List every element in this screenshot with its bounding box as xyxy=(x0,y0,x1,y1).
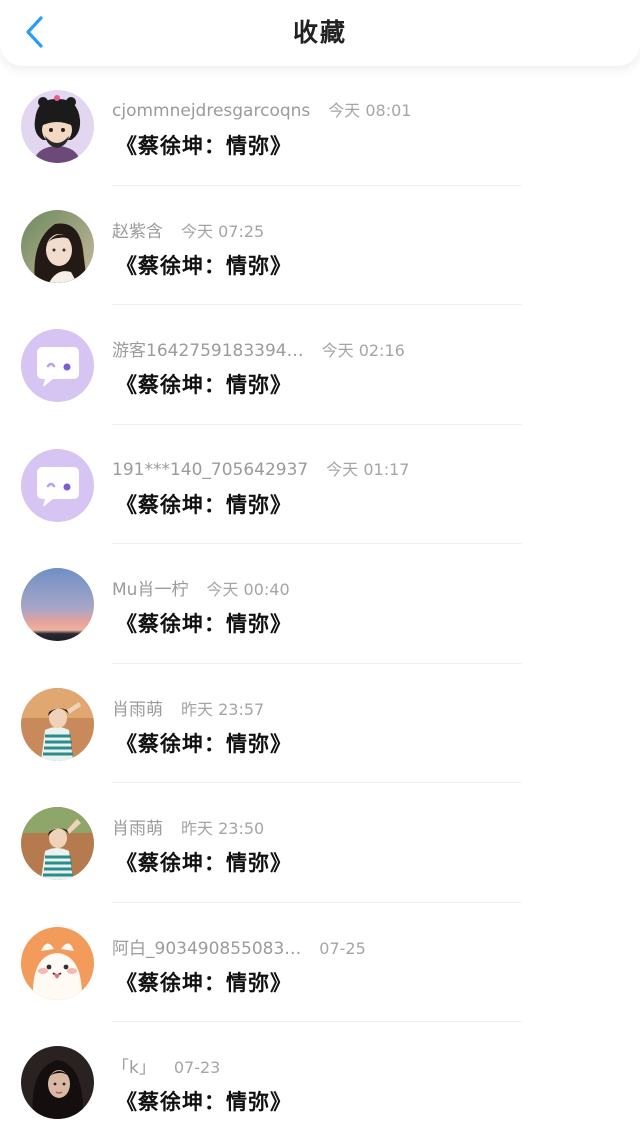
timestamp: 昨天 23:50 xyxy=(181,819,265,838)
username[interactable]: Mu肖一柠 xyxy=(112,575,188,600)
avatar[interactable] xyxy=(21,90,94,163)
favorite-content[interactable]: 《蔡徐坤：情弥》 xyxy=(116,130,292,160)
timestamp: 07-25 xyxy=(319,938,366,958)
favorites-list: cjommnejdresgarcoqns 今天 08:01 《蔡徐坤：情弥》 赵… xyxy=(0,66,640,1142)
favorite-content[interactable]: 《蔡徐坤：情弥》 xyxy=(116,967,292,997)
timestamp: 今天 02:16 xyxy=(321,341,405,360)
top-bar: 收藏 xyxy=(0,0,640,66)
favorite-content[interactable]: 《蔡徐坤：情弥》 xyxy=(116,608,292,638)
list-item[interactable]: 肖雨萌 昨天 23:50 《蔡徐坤：情弥》 xyxy=(0,783,640,903)
item-meta: cjommnejdresgarcoqns 今天 08:01 xyxy=(112,97,411,121)
sunset-avatar-icon xyxy=(21,568,94,641)
list-item[interactable]: 肖雨萌 昨天 23:57 《蔡徐坤：情弥》 xyxy=(0,664,640,783)
username[interactable]: 肖雨萌 xyxy=(112,814,163,839)
photo-avatar-icon xyxy=(21,209,94,283)
item-meta: 赵紫含 今天 07:25 xyxy=(112,217,265,242)
favorite-content[interactable]: 《蔡徐坤：情弥》 xyxy=(116,250,292,280)
item-meta: Mu肖一柠 今天 00:40 xyxy=(112,575,290,600)
avatar[interactable] xyxy=(21,448,94,522)
list-item[interactable]: 阿白_903490855083… 07-25 《蔡徐坤：情弥》 xyxy=(0,903,640,1022)
avatar[interactable] xyxy=(21,807,94,880)
item-meta: 「k」 07-23 xyxy=(112,1053,221,1078)
avatar[interactable] xyxy=(21,687,94,761)
favorite-content[interactable]: 《蔡徐坤：情弥》 xyxy=(116,489,292,519)
username[interactable]: 游客1642759183394… xyxy=(112,336,304,361)
timestamp: 今天 07:25 xyxy=(181,221,265,241)
timestamp: 今天 00:40 xyxy=(206,580,290,599)
avatar[interactable] xyxy=(21,1046,94,1119)
photo-avatar-icon xyxy=(21,807,94,880)
favorites-screen: 收藏 cjommnejdresgarcoqns 今天 08:01 《蔡徐坤：情弥… xyxy=(0,0,640,1148)
item-meta: 游客1642759183394… 今天 02:16 xyxy=(112,336,405,361)
timestamp: 07-23 xyxy=(173,1058,221,1077)
list-item[interactable]: 赵紫含 今天 07:25 《蔡徐坤：情弥》 xyxy=(0,186,640,305)
photo-avatar-icon xyxy=(21,1046,94,1119)
item-meta: 肖雨萌 昨天 23:57 xyxy=(112,695,265,720)
avatar[interactable] xyxy=(21,329,94,402)
timestamp: 昨天 23:57 xyxy=(181,699,265,719)
cartoon-avatar-icon xyxy=(21,90,94,163)
username[interactable]: 191***140_705642937 xyxy=(112,460,308,480)
favorite-content[interactable]: 《蔡徐坤：情弥》 xyxy=(116,847,292,877)
username[interactable]: 阿白_903490855083… xyxy=(112,934,301,959)
item-meta: 阿白_903490855083… 07-25 xyxy=(112,934,366,959)
avatar[interactable] xyxy=(21,926,94,1000)
username[interactable]: 「k」 xyxy=(112,1053,156,1078)
page-title: 收藏 xyxy=(292,18,347,47)
list-item[interactable]: 「k」 07-23 《蔡徐坤：情弥》 xyxy=(0,1022,640,1142)
favorite-content[interactable]: 《蔡徐坤：情弥》 xyxy=(116,369,292,399)
avatar[interactable] xyxy=(21,568,94,641)
cartoon-dog-icon xyxy=(21,926,94,1000)
list-item[interactable]: 游客1642759183394… 今天 02:16 《蔡徐坤：情弥》 xyxy=(0,305,640,425)
timestamp: 今天 01:17 xyxy=(326,459,410,479)
username[interactable]: 赵紫含 xyxy=(112,217,163,242)
username[interactable]: 肖雨萌 xyxy=(112,695,163,720)
list-item[interactable]: Mu肖一柠 今天 00:40 《蔡徐坤：情弥》 xyxy=(0,544,640,664)
avatar[interactable] xyxy=(21,209,94,283)
chat-bubble-icon xyxy=(21,329,94,402)
list-item[interactable]: cjommnejdresgarcoqns 今天 08:01 《蔡徐坤：情弥》 xyxy=(0,66,640,186)
username[interactable]: cjommnejdresgarcoqns xyxy=(112,101,310,121)
favorite-content[interactable]: 《蔡徐坤：情弥》 xyxy=(116,728,292,758)
favorite-content[interactable]: 《蔡徐坤：情弥》 xyxy=(116,1086,292,1116)
photo-avatar-icon xyxy=(21,687,94,761)
chat-bubble-icon xyxy=(21,448,94,522)
list-item[interactable]: 191***140_705642937 今天 01:17 《蔡徐坤：情弥》 xyxy=(0,425,640,544)
timestamp: 今天 08:01 xyxy=(328,101,412,120)
item-meta: 191***140_705642937 今天 01:17 xyxy=(112,456,409,480)
item-meta: 肖雨萌 昨天 23:50 xyxy=(112,814,265,839)
